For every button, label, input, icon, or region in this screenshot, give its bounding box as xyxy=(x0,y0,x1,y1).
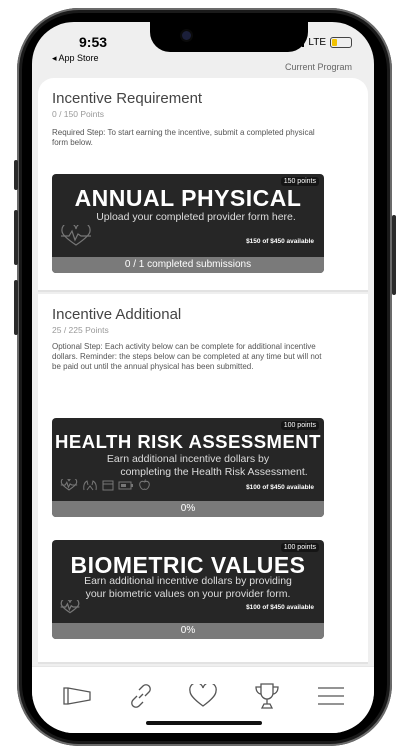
heart-icon xyxy=(189,684,217,707)
health-risk-assessment-activity-card[interactable]: 100 points HEALTH RISK ASSESSMENT Earn a… xyxy=(52,418,324,517)
link-icon xyxy=(131,684,151,708)
tab-announcements[interactable] xyxy=(62,683,92,709)
tab-health[interactable] xyxy=(188,683,218,709)
activity-icons xyxy=(60,479,151,491)
heartbeat-icon xyxy=(61,225,91,246)
power-button xyxy=(392,215,396,295)
home-indicator[interactable] xyxy=(146,721,262,725)
calendar-icon xyxy=(102,480,114,491)
battery-icon xyxy=(118,481,133,490)
annual-physical-activity-card[interactable]: 150 points ANNUAL PHYSICAL Upload your c… xyxy=(52,174,324,273)
available-amount: $100 of $450 available xyxy=(246,484,314,491)
biometric-values-activity-card[interactable]: 100 points BIOMETRIC VALUES Earn additio… xyxy=(52,540,324,639)
signal-icon xyxy=(293,38,305,47)
section-description: Required Step: To start earning the ince… xyxy=(52,128,315,147)
incentive-additional-card: Incentive Additional 25 / 225 Points Opt… xyxy=(38,294,368,662)
section-divider xyxy=(38,662,368,664)
heartbeat-icon xyxy=(60,600,80,614)
points-badge: 100 points xyxy=(280,543,319,552)
activity-title: ANNUAL PHYSICAL xyxy=(74,185,302,211)
apple-icon xyxy=(139,479,150,490)
megaphone-icon xyxy=(63,687,91,705)
section-title: Incentive Requirement xyxy=(52,90,203,107)
hands-icon xyxy=(83,480,97,491)
menu-icon xyxy=(318,687,344,705)
activity-icons xyxy=(60,600,80,614)
activity-progress: 0 / 1 completed submissions xyxy=(52,257,324,273)
bottom-tab-bar xyxy=(32,666,374,733)
activity-subtitle-line1: Earn additional incentive dollars by pro… xyxy=(84,575,292,587)
volume-down-button xyxy=(14,280,18,335)
available-amount: $100 of $450 available xyxy=(246,604,314,611)
activity-progress: 0% xyxy=(52,623,324,639)
activity-subtitle: Upload your completed provider form here… xyxy=(96,211,296,223)
tab-links[interactable] xyxy=(126,683,156,709)
section-points: 25 / 225 Points xyxy=(52,325,109,335)
tab-rewards[interactable] xyxy=(252,683,282,709)
notch xyxy=(150,22,308,52)
available-amount: $150 of $450 available xyxy=(246,238,314,245)
section-title: Incentive Additional xyxy=(52,306,182,323)
current-program-link[interactable]: Current Program xyxy=(285,62,352,72)
trophy-icon xyxy=(255,683,279,709)
activity-subtitle-line2: your biometric values on your provider f… xyxy=(85,588,291,600)
points-badge: 100 points xyxy=(280,421,319,430)
section-points: 0 / 150 Points xyxy=(52,109,104,119)
section-divider xyxy=(38,290,368,292)
activity-icons xyxy=(60,225,92,247)
camera-icon xyxy=(182,31,191,40)
volume-up-button xyxy=(14,210,18,265)
battery-icon xyxy=(330,37,352,48)
heartbeat-icon xyxy=(60,479,78,491)
activity-title: HEALTH RISK ASSESSMENT xyxy=(55,431,321,452)
mute-switch xyxy=(14,160,18,190)
incentive-requirement-card: Incentive Requirement 0 / 150 Points Req… xyxy=(38,78,368,290)
tab-menu[interactable] xyxy=(316,683,346,709)
activity-subtitle-line1: Earn additional incentive dollars by xyxy=(106,453,270,465)
network-label: LTE xyxy=(308,37,326,48)
back-to-app-store-link[interactable]: ◂ App Store xyxy=(52,53,99,64)
status-indicators: LTE xyxy=(293,37,352,48)
section-description: Optional Step: Each activity below can b… xyxy=(52,342,322,371)
activity-subtitle-line2: completing the Health Risk Assessment. xyxy=(120,466,308,478)
app-screen: 9:53 ◂ App Store LTE Current Program Inc… xyxy=(32,22,374,733)
status-time: 9:53 xyxy=(79,34,108,50)
activity-progress: 0% xyxy=(52,501,324,517)
